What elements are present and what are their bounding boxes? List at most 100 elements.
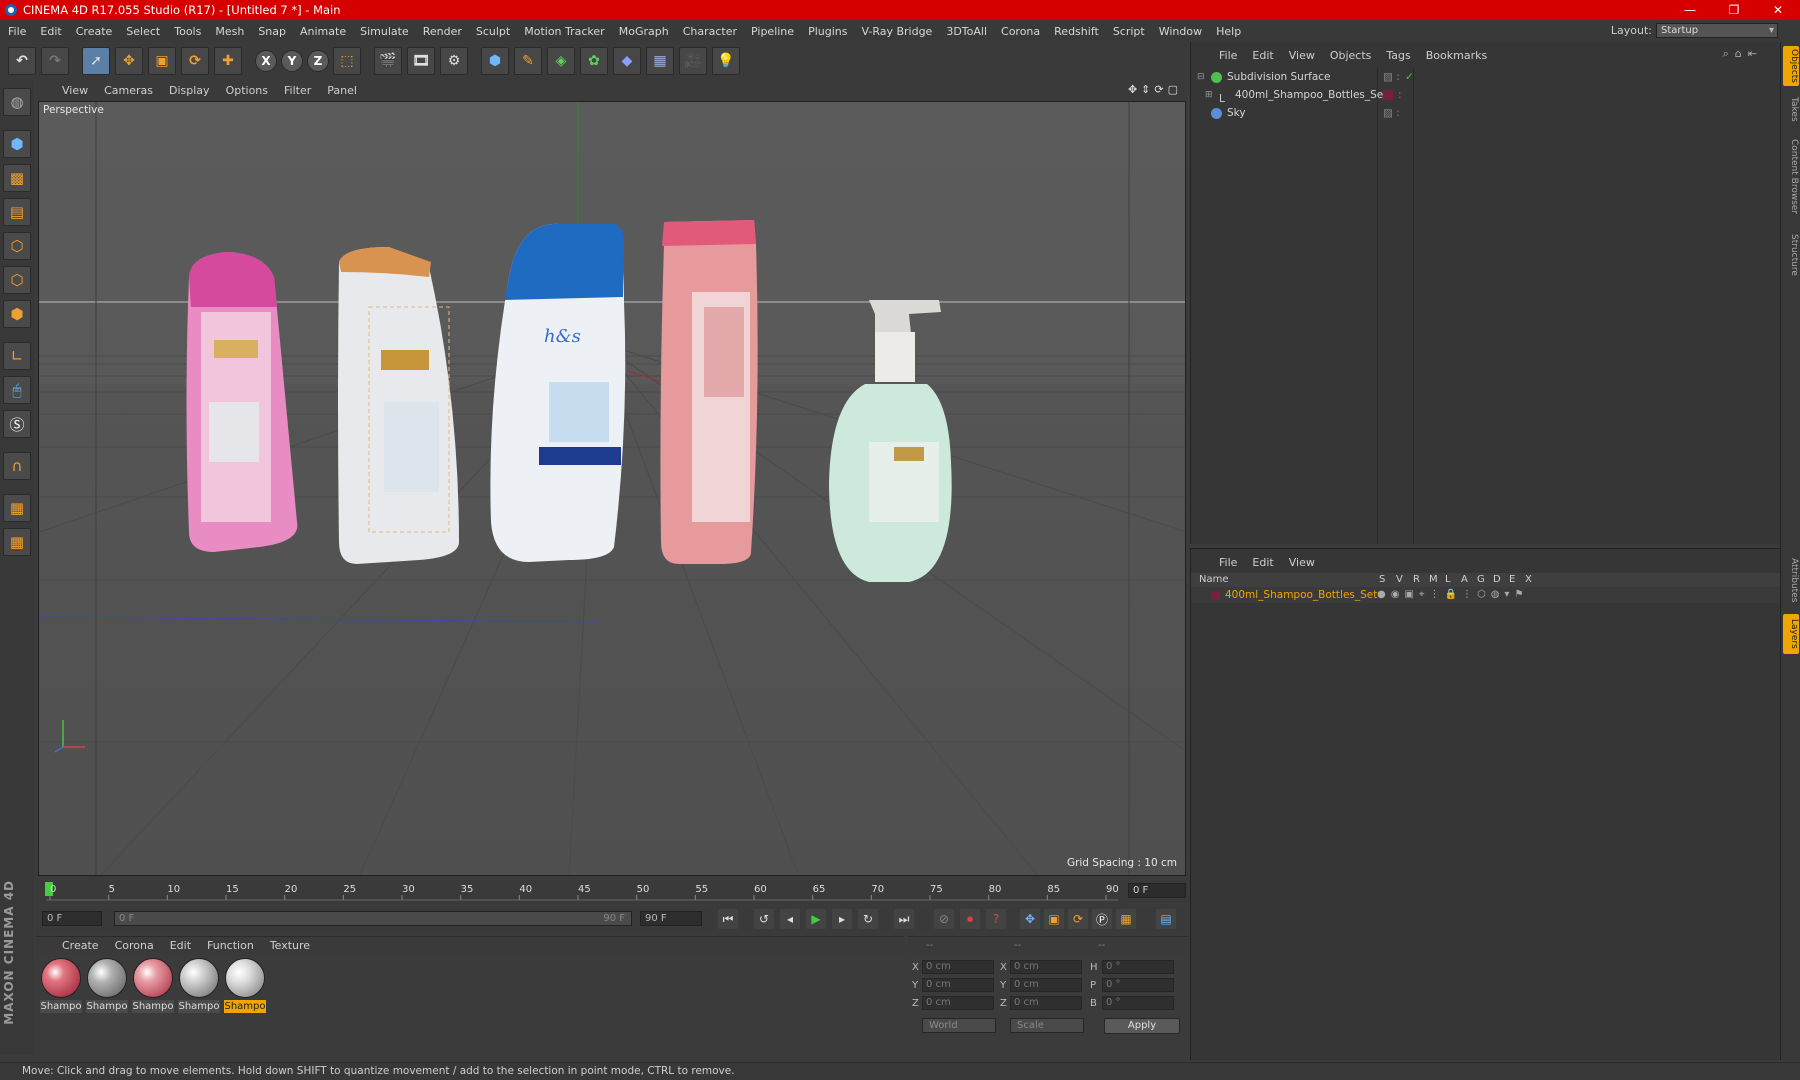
previous-frame-icon[interactable]: ◂	[780, 909, 800, 929]
render-picture-viewer-icon[interactable]: 🎞	[407, 47, 435, 75]
select-pointer-icon[interactable]: ➚	[82, 47, 110, 75]
material-menu-function[interactable]: Function	[207, 939, 254, 952]
viewport-menu-filter[interactable]: Filter	[284, 84, 311, 97]
subdivision-generator-icon[interactable]: ◈	[547, 47, 575, 75]
3d-viewport[interactable]: h&s Perspective Grid Spacing: 10 cm	[38, 101, 1186, 876]
enabled-check-icon[interactable]: ✓	[1405, 68, 1414, 86]
frame-range-slider[interactable]: 0 F 90 F	[114, 911, 632, 926]
locked-workplane-icon[interactable]: ▦	[3, 494, 31, 522]
viewport-navigation-icons[interactable]: ✥⇕⟳▢	[1128, 83, 1182, 96]
objects-menu-view[interactable]: View	[1289, 49, 1315, 62]
viewport-camera-label[interactable]: Perspective	[43, 104, 104, 116]
mograph-cloner-icon[interactable]: ✿	[580, 47, 608, 75]
viewport-menu-view[interactable]: View	[62, 84, 88, 97]
edges-mode-icon[interactable]: ⬡	[3, 266, 31, 294]
pos-x-field[interactable]: 0 cm	[922, 960, 994, 974]
model-mode-icon[interactable]: ⬢	[3, 130, 31, 158]
rot-p-field[interactable]: 0 °	[1102, 978, 1174, 992]
objects-menu-edit[interactable]: Edit	[1252, 49, 1273, 62]
viewport-menu-cameras[interactable]: Cameras	[104, 84, 153, 97]
previous-key-icon[interactable]: ↺	[754, 909, 774, 929]
material-menu-create[interactable]: Create	[62, 939, 99, 952]
material-swatch[interactable]: Shampo	[40, 958, 82, 1013]
objects-menu-bookmarks[interactable]: Bookmarks	[1426, 49, 1487, 62]
rot-h-field[interactable]: 0 °	[1102, 960, 1174, 974]
size-z-field[interactable]: 0 cm	[1010, 996, 1082, 1010]
layers-menu-edit[interactable]: Edit	[1252, 556, 1273, 569]
camera-icon[interactable]: 🎥	[679, 47, 707, 75]
undo-icon[interactable]: ↶	[8, 47, 36, 75]
size-y-field[interactable]: 0 cm	[1010, 978, 1082, 992]
close-button[interactable]: ✕	[1756, 0, 1800, 20]
green-soap-pump-bottle[interactable]	[829, 300, 952, 582]
points-mode-icon[interactable]: ⬡	[3, 232, 31, 260]
visibility-dots-icon[interactable]: ▨ :	[1383, 104, 1400, 122]
axis-mode-icon[interactable]: ∟	[3, 342, 31, 370]
object-name[interactable]: 400ml_Shampoo_Bottles_Set	[1235, 86, 1387, 104]
menu-script[interactable]: Script	[1113, 25, 1145, 38]
layer-color-icon[interactable]	[1211, 591, 1220, 600]
layers-menu-file[interactable]: File	[1219, 556, 1237, 569]
autokey-icon[interactable]: ⏺	[960, 909, 980, 929]
visibility-dots-icon[interactable]: ▨ :	[1383, 68, 1400, 86]
material-swatch-selected[interactable]: Shampo	[224, 958, 266, 1013]
object-name[interactable]: Sky	[1227, 104, 1246, 122]
viewport-menu-display[interactable]: Display	[169, 84, 210, 97]
menu-simulate[interactable]: Simulate	[360, 25, 409, 38]
size-scale-select[interactable]: Scale	[1010, 1018, 1084, 1033]
tab-content-browser[interactable]: Content Browser	[1783, 132, 1799, 222]
material-swatch[interactable]: Shampo	[86, 958, 128, 1013]
menu-render[interactable]: Render	[423, 25, 462, 38]
key-position-icon[interactable]: ✥	[1020, 909, 1040, 929]
expand-toggle-icon[interactable]: ⊞	[1205, 86, 1213, 104]
timeline-window-icon[interactable]: ▤	[1156, 909, 1176, 929]
menu-mograph[interactable]: MoGraph	[619, 25, 669, 38]
coordinate-system-icon[interactable]: ⬚	[333, 47, 361, 75]
material-menu-corona[interactable]: Corona	[115, 939, 154, 952]
material-swatch[interactable]: Shampo	[178, 958, 220, 1013]
menu-pipeline[interactable]: Pipeline	[751, 25, 794, 38]
key-rotation-icon[interactable]: ⟳	[1068, 909, 1088, 929]
menu-select[interactable]: Select	[126, 25, 160, 38]
material-menu-edit[interactable]: Edit	[170, 939, 191, 952]
maximize-button[interactable]: ❐	[1712, 0, 1756, 20]
white-shampoo-bottle[interactable]	[338, 247, 459, 564]
apply-button[interactable]: Apply	[1104, 1018, 1180, 1034]
object-row-subdivision-surface[interactable]: ⊟ Subdivision Surface ▨ : ✓	[1193, 68, 1779, 86]
magnet-tool-icon[interactable]: ∩	[3, 452, 31, 480]
render-view-icon[interactable]: 🎬	[374, 47, 402, 75]
menu-sculpt[interactable]: Sculpt	[476, 25, 510, 38]
spline-pen-icon[interactable]: ✎	[514, 47, 542, 75]
tab-takes[interactable]: Takes	[1783, 94, 1799, 124]
cube-primitive-icon[interactable]: ⬢	[481, 47, 509, 75]
key-parameter-icon[interactable]: Ⓟ	[1092, 909, 1112, 929]
go-to-start-icon[interactable]: ⏮	[718, 909, 738, 929]
timeline-ruler[interactable]: 0 5 10 15 20 25 30 35 40 45 50 55 60 65 70 75 80 85 90 0 F	[36, 878, 1188, 904]
go-to-end-icon[interactable]: ⏭	[894, 909, 914, 929]
menu-help[interactable]: Help	[1216, 25, 1241, 38]
viewport-menu-options[interactable]: Options	[226, 84, 268, 97]
render-settings-icon[interactable]: ⚙	[440, 47, 468, 75]
start-frame-field[interactable]: 0 F	[42, 911, 102, 926]
end-frame-field[interactable]: 90 F	[640, 911, 702, 926]
objects-menu-file[interactable]: File	[1219, 49, 1237, 62]
tab-objects[interactable]: Objects	[1783, 46, 1799, 86]
planar-workplane-icon[interactable]: ▦	[3, 528, 31, 556]
visibility-dots-icon[interactable]: :	[1398, 86, 1402, 104]
rot-b-field[interactable]: 0 °	[1102, 996, 1174, 1010]
layout-select[interactable]: Startup	[1656, 23, 1778, 38]
blue-white-shampoo-bottle[interactable]: h&s	[490, 223, 626, 563]
material-menu-texture[interactable]: Texture	[270, 939, 310, 952]
objects-menu-objects[interactable]: Objects	[1330, 49, 1372, 62]
expand-toggle-icon[interactable]: ⊟	[1197, 68, 1205, 86]
tab-layers[interactable]: Layers	[1783, 614, 1799, 654]
menu-tools[interactable]: Tools	[174, 25, 201, 38]
key-scale-icon[interactable]: ▣	[1044, 909, 1064, 929]
menu-redshift[interactable]: Redshift	[1054, 25, 1099, 38]
menu-file[interactable]: File	[8, 25, 26, 38]
move-tool-icon[interactable]: ✥	[115, 47, 143, 75]
tweak-mode-icon[interactable]: 🖱	[3, 376, 31, 404]
current-frame-field[interactable]: 0 F	[1128, 883, 1186, 898]
next-frame-icon[interactable]: ▸	[832, 909, 852, 929]
size-x-field[interactable]: 0 cm	[1010, 960, 1082, 974]
